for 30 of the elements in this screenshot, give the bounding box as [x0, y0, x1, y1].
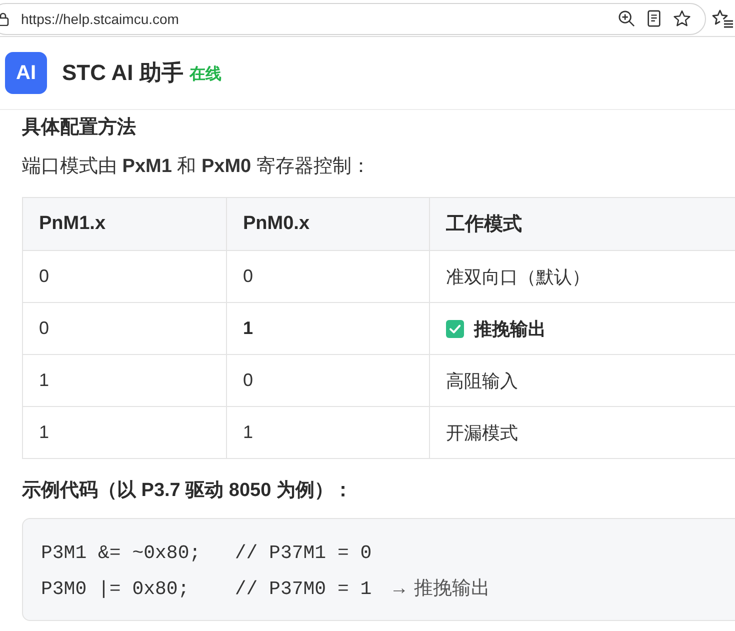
- favorites-icon[interactable]: [712, 9, 733, 28]
- ai-logo: AI: [5, 52, 47, 94]
- table-cell: 1: [23, 355, 227, 407]
- reader-view-icon[interactable]: [647, 10, 661, 27]
- address-bar[interactable]: https://help.stcaimcu.com: [0, 2, 706, 34]
- column-header: PnM1.x: [23, 198, 227, 251]
- column-header: PnM0.x: [227, 198, 430, 251]
- table-cell: 0: [23, 303, 227, 355]
- lock-icon[interactable]: [0, 12, 9, 26]
- code-heading: 示例代码（以 P3.7 驱动 8050 为例）：: [22, 479, 354, 503]
- table-cell: 1: [227, 407, 430, 459]
- table-cell: 0: [227, 355, 430, 407]
- cell-text: 推挽输出: [474, 318, 546, 340]
- star-icon[interactable]: [673, 10, 691, 27]
- section-heading: 具体配置方法: [22, 116, 137, 140]
- table-cell: 1: [23, 407, 227, 459]
- table-cell: 高阻输入: [430, 355, 735, 407]
- url-text[interactable]: https://help.stcaimcu.com: [21, 10, 179, 26]
- table-cell: 0: [23, 251, 227, 303]
- code-line: P3M0 |= 0x80; // P37M0 = 1 → 推挽输出: [41, 577, 490, 602]
- table-cell: 1: [227, 303, 430, 355]
- table-cell: 开漏模式: [430, 407, 735, 459]
- code-line: P3M1 &= ~0x80; // P37M1 = 0: [41, 541, 372, 566]
- intro-text: 端口模式由 PxM1 和 PxM0 寄存器控制：: [22, 155, 372, 179]
- column-header: 工作模式: [430, 198, 735, 251]
- table-cell: 准双向口（默认）: [430, 251, 735, 303]
- app-title: STC AI 助手: [62, 59, 184, 87]
- table-cell: 0: [227, 251, 430, 303]
- online-status: 在线: [189, 64, 222, 85]
- zoom-in-icon[interactable]: [618, 10, 635, 27]
